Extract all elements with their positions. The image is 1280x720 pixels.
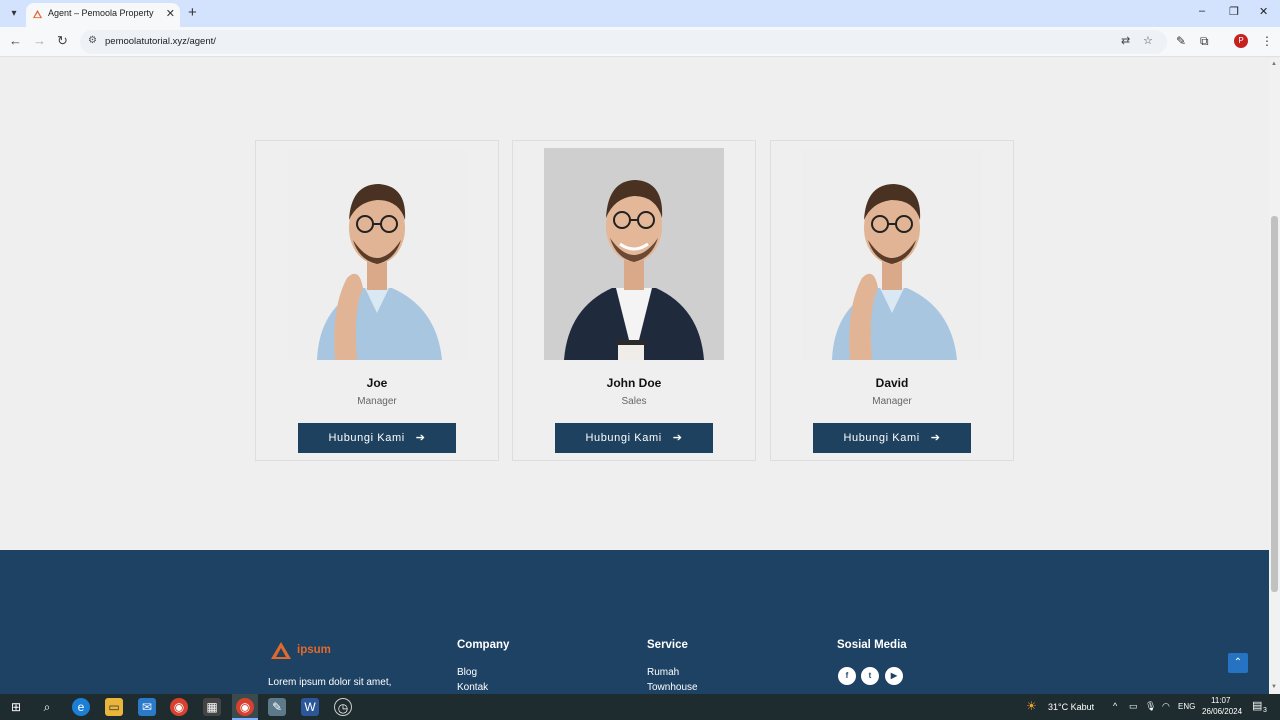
- page-scrollbar[interactable]: ▲ ▼: [1269, 58, 1280, 694]
- contact-button[interactable]: Hubungi Kami ➔: [298, 423, 456, 453]
- chrome-icon[interactable]: ◉: [170, 698, 188, 716]
- tray-chevron-icon[interactable]: ^: [1113, 701, 1117, 711]
- store-icon[interactable]: ▦: [203, 698, 221, 716]
- browser-toolbar: ← → ↻ ⚙ pemoolatutorial.xyz/agent/ ⇄ ☆ ✎…: [0, 27, 1280, 57]
- twitter-icon[interactable]: t: [861, 667, 879, 685]
- agent-photo: [287, 148, 467, 360]
- footer-brand[interactable]: ipsum: [297, 644, 331, 656]
- url-text[interactable]: pemoolatutorial.xyz/agent/: [105, 36, 216, 47]
- weather-icon[interactable]: ☀: [1026, 699, 1037, 713]
- footer-heading-social: Sosial Media: [837, 639, 907, 651]
- contact-button[interactable]: Hubungi Kami ➔: [813, 423, 971, 453]
- brand-name-part2: ipsum: [297, 644, 331, 656]
- tray-app-icon[interactable]: ▭: [1129, 701, 1138, 712]
- microphone-icon[interactable]: 🎙: [1145, 701, 1156, 712]
- agent-name: Joe: [366, 376, 388, 390]
- address-bar[interactable]: ⚙ pemoolatutorial.xyz/agent/ ⇄ ☆: [80, 30, 1167, 54]
- arrow-right-icon: ➔: [923, 432, 941, 444]
- scroll-down-icon[interactable]: ▼: [1271, 684, 1277, 690]
- agent-role: Manager: [357, 396, 397, 407]
- clock-time[interactable]: 11:07: [1211, 696, 1230, 705]
- tab-search-icon[interactable]: ▾: [6, 6, 22, 22]
- tab-title: Agent – Pemoola Property: [48, 8, 154, 18]
- chrome-active-icon[interactable]: ◉: [236, 698, 254, 716]
- agent-card: John Doe Sales Hubungi Kami ➔: [512, 140, 756, 461]
- word-icon[interactable]: W: [301, 698, 319, 716]
- agent-card: Joe Manager Hubungi Kami ➔: [255, 140, 499, 461]
- agent-card: David Manager Hubungi Kami ➔: [770, 140, 1014, 461]
- footer-heading-service: Service: [647, 639, 688, 651]
- agent-photo: [544, 148, 724, 360]
- arrow-right-icon: ➔: [665, 432, 683, 444]
- page-content: Joe Manager Hubungi Kami ➔ John Doe Sale…: [0, 58, 1269, 694]
- tab-agent[interactable]: Agent – Pemoola Property ✕: [26, 3, 180, 27]
- restore-icon[interactable]: ❐: [1229, 5, 1239, 18]
- footer-heading-company: Company: [457, 639, 510, 651]
- agent-name: David: [875, 376, 909, 390]
- minimize-icon[interactable]: –: [1199, 5, 1205, 17]
- menu-kebab-icon[interactable]: ⋮: [1261, 34, 1273, 48]
- contact-button-label: Hubungi Kami: [585, 432, 662, 444]
- notification-count: 3: [1263, 707, 1267, 714]
- agent-name: John Doe: [606, 376, 662, 390]
- mail-icon[interactable]: ✉: [138, 698, 156, 716]
- contact-button-label: Hubungi Kami: [328, 432, 405, 444]
- pen-icon[interactable]: ✎: [1176, 34, 1186, 48]
- notepad-icon[interactable]: ✎: [268, 698, 286, 716]
- brand-logo-icon: [271, 642, 291, 659]
- arrow-right-icon: ➔: [408, 432, 426, 444]
- contact-button[interactable]: Hubungi Kami ➔: [555, 423, 713, 453]
- footer-link-kontak[interactable]: Kontak: [457, 682, 488, 693]
- translate-icon[interactable]: ⇄: [1121, 34, 1130, 47]
- scroll-thumb[interactable]: [1271, 216, 1278, 592]
- windows-start-icon[interactable]: ⊞: [7, 698, 25, 716]
- footer-link-blog[interactable]: Blog: [457, 667, 477, 678]
- clock-app-icon[interactable]: ◷: [334, 698, 352, 716]
- back-icon[interactable]: ←: [9, 33, 22, 48]
- contact-button-label: Hubungi Kami: [843, 432, 920, 444]
- weather-text[interactable]: 31°C Kabut: [1048, 702, 1094, 712]
- new-tab-button[interactable]: +: [188, 4, 197, 22]
- scroll-up-icon[interactable]: ▲: [1271, 61, 1277, 67]
- file-explorer-icon[interactable]: ▭: [105, 698, 123, 716]
- footer-description: Lorem ipsum dolor sit amet,: [268, 677, 392, 688]
- extensions-icon[interactable]: ⧉: [1200, 34, 1209, 49]
- forward-icon[interactable]: →: [33, 33, 46, 48]
- close-window-icon[interactable]: ✕: [1259, 5, 1268, 18]
- footer-link-rumah[interactable]: Rumah: [647, 667, 679, 678]
- agent-role: Manager: [872, 396, 912, 407]
- agent-photo: [802, 148, 982, 360]
- reload-icon[interactable]: ↻: [57, 33, 68, 49]
- youtube-icon[interactable]: ▶: [885, 667, 903, 685]
- notifications-icon[interactable]: ▤: [1252, 699, 1262, 712]
- language-indicator[interactable]: ENG: [1178, 702, 1195, 711]
- tab-bar: ▾ Agent – Pemoola Property ✕ + – ❐ ✕: [0, 0, 1280, 27]
- back-to-top-button[interactable]: ⌃: [1228, 653, 1248, 673]
- search-icon[interactable]: ⌕: [38, 698, 56, 716]
- facebook-icon[interactable]: f: [838, 667, 856, 685]
- profile-avatar[interactable]: P: [1234, 34, 1248, 48]
- tab-close-icon[interactable]: ✕: [166, 7, 175, 20]
- wifi-icon[interactable]: ◠: [1162, 701, 1170, 712]
- edge-browser-icon[interactable]: e: [72, 698, 90, 716]
- footer-link-townhouse[interactable]: Townhouse: [647, 682, 698, 693]
- windows-taskbar: ⊞ ⌕ e ▭ ✉ ◉ ▦ ◉ ✎ W ◷ ☀ 31°C Kabut ^ ▭ 🎙…: [0, 694, 1280, 720]
- site-info-icon[interactable]: ⚙: [88, 35, 97, 46]
- clock-date[interactable]: 26/06/2024: [1202, 707, 1242, 716]
- site-favicon-icon: [32, 9, 43, 19]
- agent-role: Sales: [621, 396, 647, 407]
- bookmark-star-icon[interactable]: ☆: [1143, 34, 1153, 47]
- site-footer: ipsum Lorem ipsum dolor sit amet, Compan…: [0, 550, 1269, 694]
